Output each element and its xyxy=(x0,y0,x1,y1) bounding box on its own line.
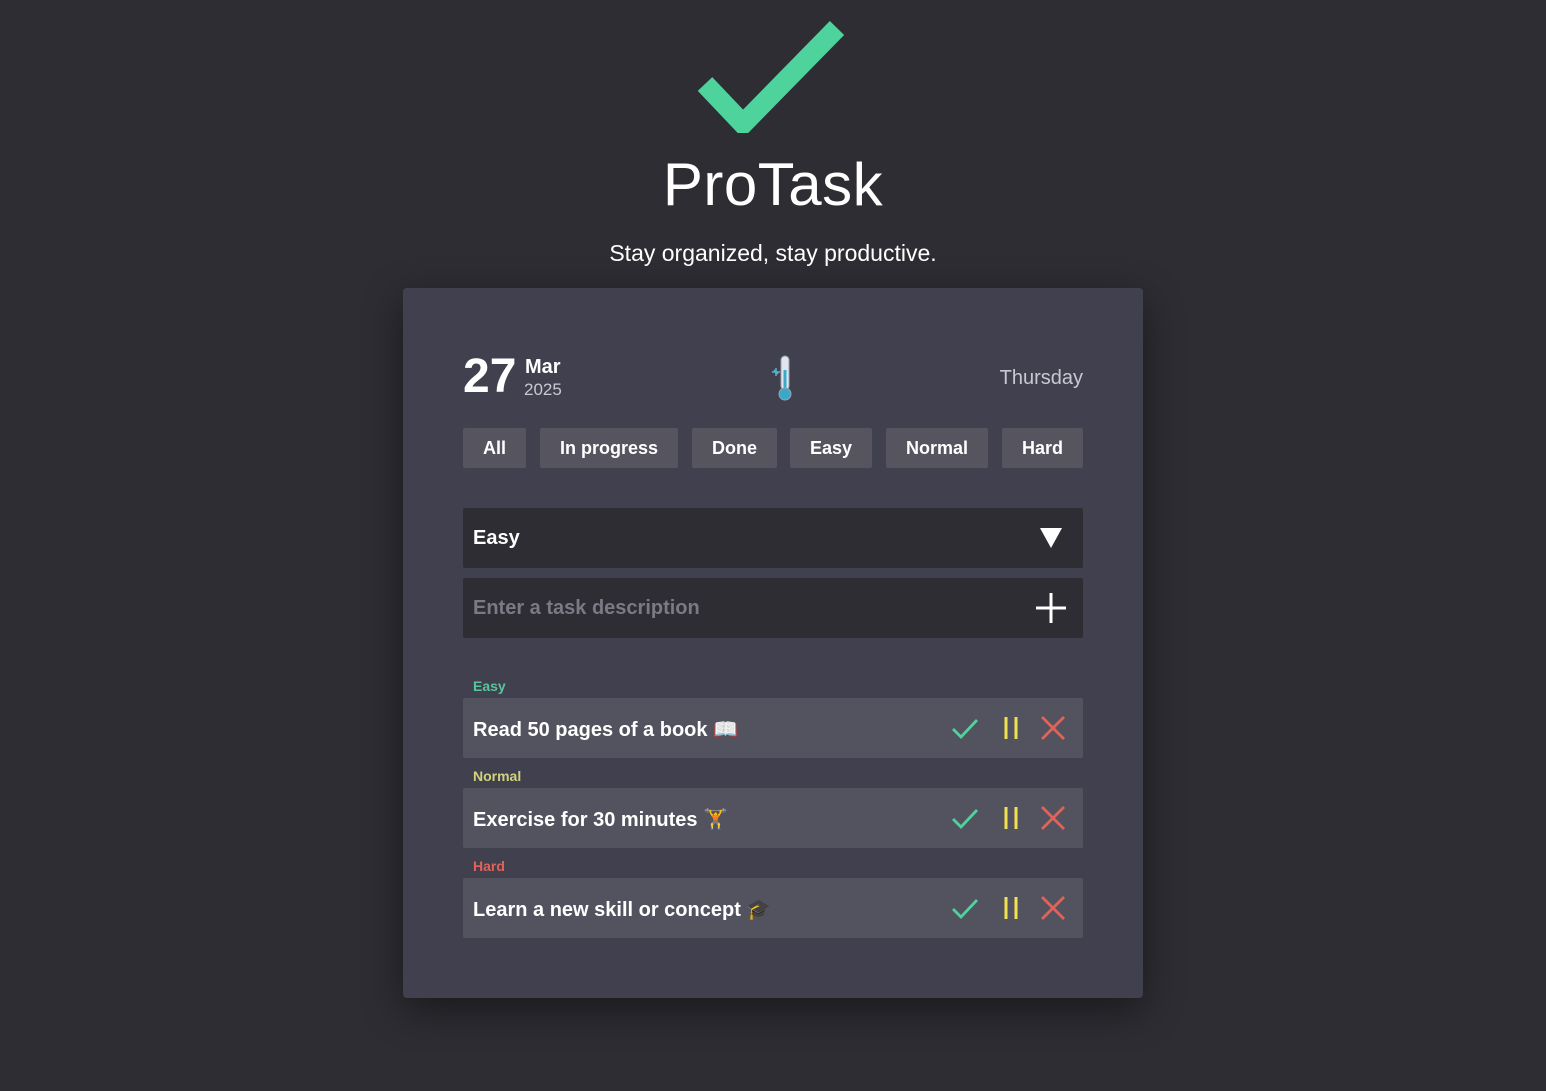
pause-icon[interactable] xyxy=(997,714,1025,742)
difficulty-select[interactable]: Easy xyxy=(463,508,1083,568)
task-text: Exercise for 30 minutes 🏋️ xyxy=(473,809,729,831)
tagline: Stay organized, stay productive. xyxy=(609,240,937,266)
task-level-label: Normal xyxy=(473,768,522,784)
complete-check-icon[interactable] xyxy=(951,804,979,832)
add-task-plus-icon[interactable] xyxy=(1035,592,1067,624)
triangle-down-icon xyxy=(1040,528,1062,548)
task-item: Hard Learn a new skill or concept 🎓 xyxy=(463,858,1083,938)
difficulty-select-value: Easy xyxy=(473,527,520,549)
delete-x-icon[interactable] xyxy=(1039,714,1067,742)
task-card: 27 Mar 2025 Thursday All In progress Don… xyxy=(403,288,1143,998)
app-title: ProTask xyxy=(662,151,884,218)
checkmark-logo-icon xyxy=(697,21,845,133)
delete-x-icon[interactable] xyxy=(1039,804,1067,832)
task-row: Learn a new skill or concept 🎓 xyxy=(463,878,1083,938)
task-input-row xyxy=(463,578,1083,638)
year-label: 2025 xyxy=(524,380,562,399)
filter-hard-button[interactable]: Hard xyxy=(1002,428,1083,468)
weekday-label: Thursday xyxy=(999,367,1083,389)
filter-normal-button[interactable]: Normal xyxy=(886,428,988,468)
task-text: Learn a new skill or concept 🎓 xyxy=(473,899,772,921)
task-level-label: Easy xyxy=(473,678,506,694)
task-item: Easy Read 50 pages of a book 📖 xyxy=(463,678,1083,758)
task-level-label: Hard xyxy=(473,858,505,874)
delete-x-icon[interactable] xyxy=(1039,894,1067,922)
pause-icon[interactable] xyxy=(997,804,1025,832)
complete-check-icon[interactable] xyxy=(951,714,979,742)
month-label: Mar xyxy=(525,356,561,378)
filter-easy-button[interactable]: Easy xyxy=(790,428,872,468)
thermometer-icon xyxy=(772,355,792,401)
pause-icon[interactable] xyxy=(997,894,1025,922)
task-text: Read 50 pages of a book 📖 xyxy=(473,719,738,741)
task-description-input[interactable] xyxy=(463,578,1023,638)
day-number: 27 xyxy=(463,350,517,403)
task-row: Read 50 pages of a book 📖 xyxy=(463,698,1083,758)
complete-check-icon[interactable] xyxy=(951,894,979,922)
task-row: Exercise for 30 minutes 🏋️ xyxy=(463,788,1083,848)
filter-in-progress-button[interactable]: In progress xyxy=(540,428,678,468)
filter-done-button[interactable]: Done xyxy=(692,428,777,468)
filter-all-button[interactable]: All xyxy=(463,428,526,468)
task-item: Normal Exercise for 30 minutes 🏋️ xyxy=(463,768,1083,848)
